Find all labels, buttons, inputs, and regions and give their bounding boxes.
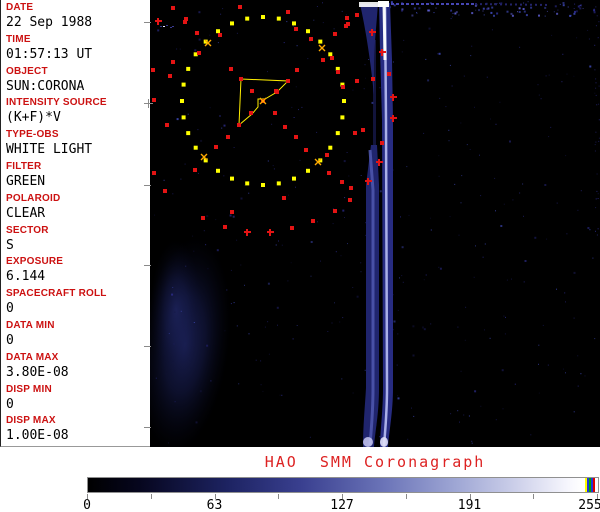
field-value: WHITE LIGHT: [6, 142, 150, 158]
metadata-field: SPACECRAFT ROLL0: [6, 288, 150, 320]
metadata-field: INTENSITY SOURCE(K+F)*V: [6, 97, 150, 129]
field-label: DATA MAX: [6, 352, 150, 364]
left-axis-tick: [144, 22, 151, 23]
field-label: DATA MIN: [6, 320, 150, 332]
coronagraph-image-area: [150, 0, 600, 447]
field-value: 1.00E-08: [6, 428, 150, 444]
metadata-panel: DATE22 Sep 1988TIME01:57:13 UTOBJECTSUN:…: [0, 0, 150, 447]
field-value: 01:57:13 UT: [6, 47, 150, 63]
intensity-colorbar: [87, 477, 599, 493]
metadata-field: DATA MAX3.80E-08: [6, 352, 150, 384]
field-label: TIME: [6, 34, 150, 46]
field-value: GREEN: [6, 174, 150, 190]
field-value: S: [6, 238, 150, 254]
metadata-field: DATE22 Sep 1988: [6, 2, 150, 34]
field-label: DISP MAX: [6, 415, 150, 427]
field-value: 0: [6, 333, 150, 349]
left-axis-tick: [144, 265, 151, 266]
colorbar-tick: [151, 494, 152, 499]
metadata-field: EXPOSURE6.144: [6, 256, 150, 288]
field-label: EXPOSURE: [6, 256, 150, 268]
field-label: SPACECRAFT ROLL: [6, 288, 150, 300]
metadata-field: POLAROIDCLEAR: [6, 193, 150, 225]
coronagraph-svg: [150, 0, 600, 447]
field-label: DATE: [6, 2, 150, 14]
field-value: 22 Sep 1988: [6, 15, 150, 31]
metadata-field: DATA MIN0: [6, 320, 150, 352]
field-value: SUN:CORONA: [6, 79, 150, 95]
field-value: 3.80E-08: [6, 365, 150, 381]
field-label: FILTER: [6, 161, 150, 173]
metadata-field: OBJECTSUN:CORONA: [6, 66, 150, 98]
field-label: DISP MIN: [6, 384, 150, 396]
caption-title: HAO SMM Coronagraph: [150, 453, 600, 471]
colorbar-label: 63: [207, 498, 223, 512]
field-value: CLEAR: [6, 206, 150, 222]
left-axis-tick: [144, 427, 151, 428]
field-value: 0: [6, 397, 150, 413]
left-axis-tick: [144, 185, 151, 186]
field-label: TYPE-OBS: [6, 129, 150, 141]
metadata-field: TYPE-OBSWHITE LIGHT: [6, 129, 150, 161]
colorbar-tick: [533, 494, 534, 499]
metadata-field: SECTORS: [6, 225, 150, 257]
left-axis-tick: [144, 346, 151, 347]
colorbar-label: 127: [330, 498, 353, 512]
colorbar-tick: [278, 494, 279, 499]
field-label: INTENSITY SOURCE: [6, 97, 150, 109]
colorbar-gradient: [88, 478, 598, 492]
field-value: (K+F)*V: [6, 110, 150, 126]
smm-coronagraph-viewer: DATE22 Sep 1988TIME01:57:13 UTOBJECTSUN:…: [0, 0, 600, 512]
left-axis-cross: [148, 99, 149, 108]
field-value: 0: [6, 301, 150, 317]
field-value: 6.144: [6, 269, 150, 285]
field-label: POLAROID: [6, 193, 150, 205]
metadata-field: TIME01:57:13 UT: [6, 34, 150, 66]
metadata-field: FILTERGREEN: [6, 161, 150, 193]
colorbar-label: 255: [578, 498, 600, 512]
colorbar-flag-stripe: [593, 478, 595, 492]
colorbar-label: 191: [458, 498, 481, 512]
colorbar-label: 0: [83, 498, 91, 512]
field-label: SECTOR: [6, 225, 150, 237]
colorbar-tick: [406, 494, 407, 499]
field-label: OBJECT: [6, 66, 150, 78]
footer: HAO SMM Coronagraph 0 63 127 191 255: [0, 447, 600, 512]
metadata-field: DISP MIN0: [6, 384, 150, 416]
metadata-field: DISP MAX1.00E-08: [6, 415, 150, 447]
